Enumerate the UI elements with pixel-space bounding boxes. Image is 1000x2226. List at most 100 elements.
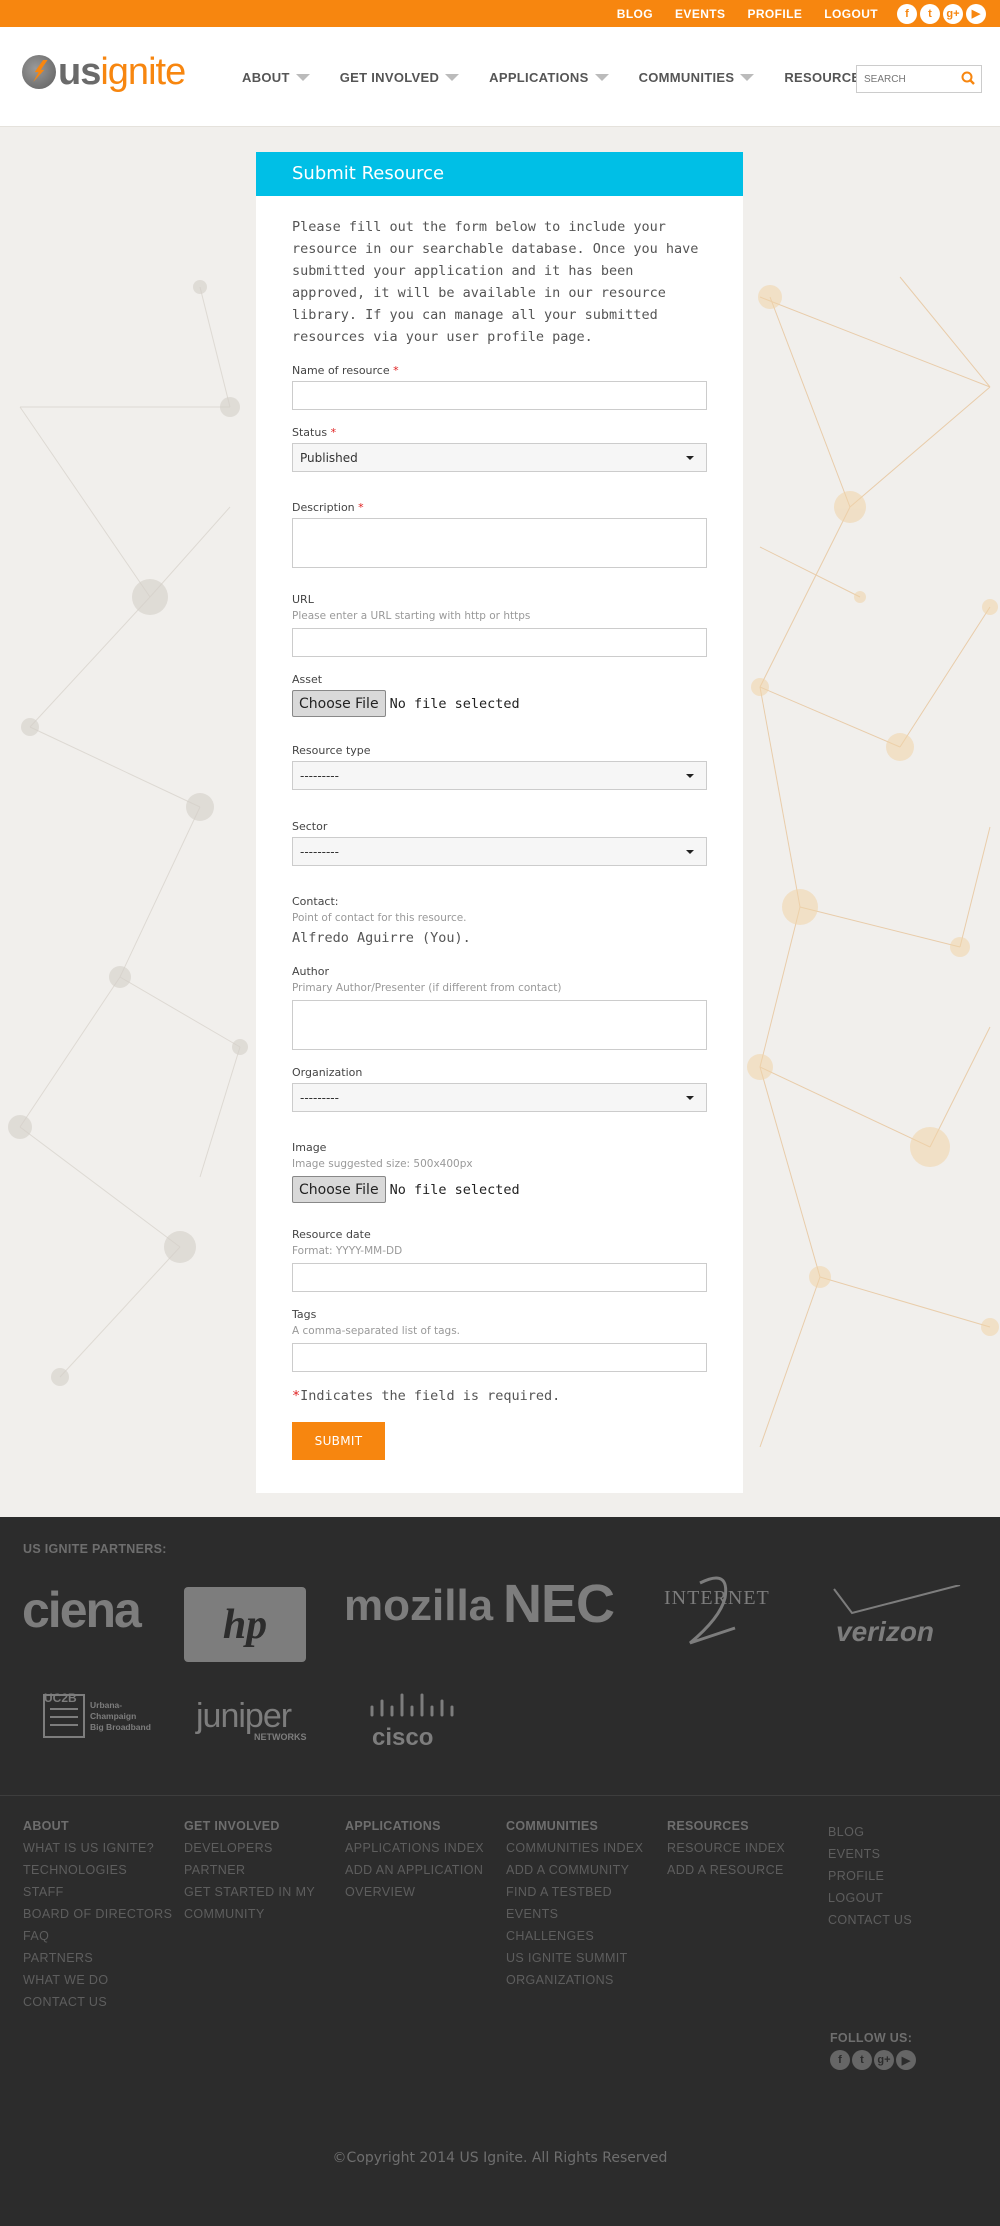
logo-wordmark: usignite [58, 51, 186, 93]
footer-link[interactable]: EVENTS [828, 1843, 912, 1865]
footer-col-get-involved: GET INVOLVED DEVELOPERS PARTNER GET STAR… [184, 1819, 315, 1925]
nav-communities[interactable]: COMMUNITIES [639, 70, 755, 85]
site-header: usignite ABOUT GET INVOLVED APPLICATIONS… [0, 27, 1000, 127]
caret-down-icon [686, 455, 694, 460]
footer-link[interactable]: RESOURCE INDEX [667, 1837, 785, 1859]
footer-link[interactable]: STAFF [23, 1881, 172, 1903]
asset-choose-file-button[interactable]: Choose File [292, 690, 386, 717]
required-asterisk: * [330, 426, 337, 439]
us-ignite-logo[interactable]: usignite [22, 51, 186, 93]
logo-emblem-icon [22, 55, 56, 89]
footer-link[interactable]: ORGANIZATIONS [506, 1969, 643, 1991]
footer-divider [0, 1795, 1000, 1796]
footer-link[interactable]: BOARD OF DIRECTORS [23, 1903, 172, 1925]
ciena-logo[interactable]: ciena [22, 1581, 142, 1639]
juniper-logo[interactable]: JUNIPER NETWORKS [196, 1697, 307, 1742]
description-textarea[interactable] [292, 518, 707, 568]
facebook-icon[interactable]: f [897, 3, 917, 24]
footer-link[interactable]: PARTNERS [23, 1947, 172, 1969]
footer-link[interactable]: BLOG [828, 1821, 912, 1843]
youtube-icon[interactable]: ▶ [896, 2050, 916, 2070]
follow-us: FOLLOW US: f t g+ ▶ [830, 2031, 918, 2070]
contact-value: Alfredo Aguirre (You). [292, 930, 471, 946]
footer-link[interactable]: PARTNER [184, 1859, 315, 1881]
partners-title: US IGNITE PARTNERS: [23, 1542, 167, 1556]
site-footer: US IGNITE PARTNERS: ciena hp mozilla NEC… [0, 1517, 1000, 2226]
search-icon[interactable] [961, 71, 975, 85]
footer-link[interactable]: COMMUNITIES INDEX [506, 1837, 643, 1859]
footer-link[interactable]: CONTACT US [828, 1909, 912, 1931]
uc2b-logo[interactable]: UC2B Urbana-Champaign Big Broadband [42, 1691, 152, 1739]
sector-select[interactable]: --------- [292, 837, 707, 866]
footer-col-title: RESOURCES [667, 1819, 749, 1833]
youtube-icon[interactable]: ▶ [966, 3, 986, 24]
footer-link[interactable]: EVENTS [506, 1903, 643, 1925]
main-nav: ABOUT GET INVOLVED APPLICATIONS COMMUNIT… [242, 70, 919, 85]
nav-applications[interactable]: APPLICATIONS [489, 70, 609, 85]
required-asterisk: * [393, 364, 399, 377]
footer-link[interactable]: LOGOUT [828, 1887, 912, 1909]
top-link-blog[interactable]: BLOG [617, 7, 653, 21]
resource-type-select[interactable]: --------- [292, 761, 707, 790]
footer-link[interactable]: WHAT IS US IGNITE? [23, 1837, 172, 1859]
asset-file-status: No file selected [389, 695, 520, 712]
footer-link[interactable]: CONTACT US [23, 1991, 172, 2013]
footer-link[interactable]: TECHNOLOGIES [23, 1859, 172, 1881]
footer-link[interactable]: PROFILE [828, 1865, 912, 1887]
footer-link[interactable]: FAQ [23, 1925, 172, 1947]
description-label: Description * [292, 501, 364, 514]
nav-get-involved[interactable]: GET INVOLVED [340, 70, 460, 85]
footer-link[interactable]: CHALLENGES [506, 1925, 643, 1947]
status-select[interactable]: Published [292, 443, 707, 472]
footer-link[interactable]: WHAT WE DO [23, 1969, 172, 1991]
footer-link[interactable]: APPLICATIONS INDEX [345, 1837, 484, 1859]
resource-date-input[interactable] [292, 1263, 707, 1292]
top-bar: BLOG EVENTS PROFILE LOGOUT f t g+ ▶ [0, 0, 1000, 27]
facebook-icon[interactable]: f [830, 2050, 850, 2070]
footer-link[interactable]: FIND A TESTBED [506, 1881, 643, 1903]
twitter-icon[interactable]: t [852, 2050, 872, 2070]
googleplus-icon[interactable]: g+ [874, 2050, 894, 2070]
url-input[interactable] [292, 628, 707, 657]
name-of-resource-input[interactable] [292, 381, 707, 410]
top-link-profile[interactable]: PROFILE [747, 7, 802, 21]
required-asterisk: * [358, 501, 364, 514]
organization-label: Organization [292, 1066, 363, 1079]
chevron-down-icon [740, 74, 755, 81]
top-link-events[interactable]: EVENTS [675, 7, 725, 21]
twitter-icon[interactable]: t [920, 3, 940, 24]
verizon-logo[interactable]: verizon [832, 1584, 962, 1648]
image-choose-file-button[interactable]: Choose File [292, 1176, 386, 1203]
hp-logo[interactable]: hp [184, 1587, 306, 1662]
footer-link[interactable]: COMMUNITY [184, 1903, 315, 1925]
footer-link[interactable]: ADD AN APPLICATION [345, 1859, 484, 1881]
author-label: Author [292, 965, 330, 978]
top-link-logout[interactable]: LOGOUT [824, 7, 878, 21]
resource-date-help: Format: YYYY-MM-DD [292, 1245, 403, 1257]
internet2-logo[interactable]: INTERNET [664, 1576, 770, 1645]
footer-link[interactable]: US IGNITE SUMMIT [506, 1947, 643, 1969]
nec-logo[interactable]: NEC [503, 1573, 615, 1635]
social-links: f t g+ ▶ [894, 3, 986, 24]
googleplus-icon[interactable]: g+ [943, 3, 963, 24]
footer-link[interactable]: ADD A RESOURCE [667, 1859, 785, 1881]
author-textarea[interactable] [292, 1000, 707, 1050]
footer-col-title: APPLICATIONS [345, 1819, 441, 1833]
footer-link[interactable]: GET STARTED IN MY [184, 1881, 315, 1903]
asset-label: Asset [292, 673, 323, 686]
caret-down-icon [686, 849, 694, 854]
resource-type-label: Resource type [292, 744, 371, 757]
footer-link[interactable]: DEVELOPERS [184, 1837, 315, 1859]
mozilla-logo[interactable]: mozilla [344, 1581, 493, 1631]
search-input[interactable] [857, 66, 957, 92]
image-file-row: Choose File No file selected [292, 1176, 707, 1203]
nav-about[interactable]: ABOUT [242, 70, 310, 85]
internet2-swoosh-icon [689, 1576, 736, 1645]
cisco-logo[interactable]: cisco [364, 1693, 464, 1752]
organization-select[interactable]: --------- [292, 1083, 707, 1112]
footer-link[interactable]: OVERVIEW [345, 1881, 484, 1903]
submit-button[interactable]: SUBMIT [292, 1422, 385, 1460]
tags-input[interactable] [292, 1343, 707, 1372]
footer-link[interactable]: ADD A COMMUNITY [506, 1859, 643, 1881]
form-intro: Please fill out the form below to includ… [292, 219, 699, 345]
